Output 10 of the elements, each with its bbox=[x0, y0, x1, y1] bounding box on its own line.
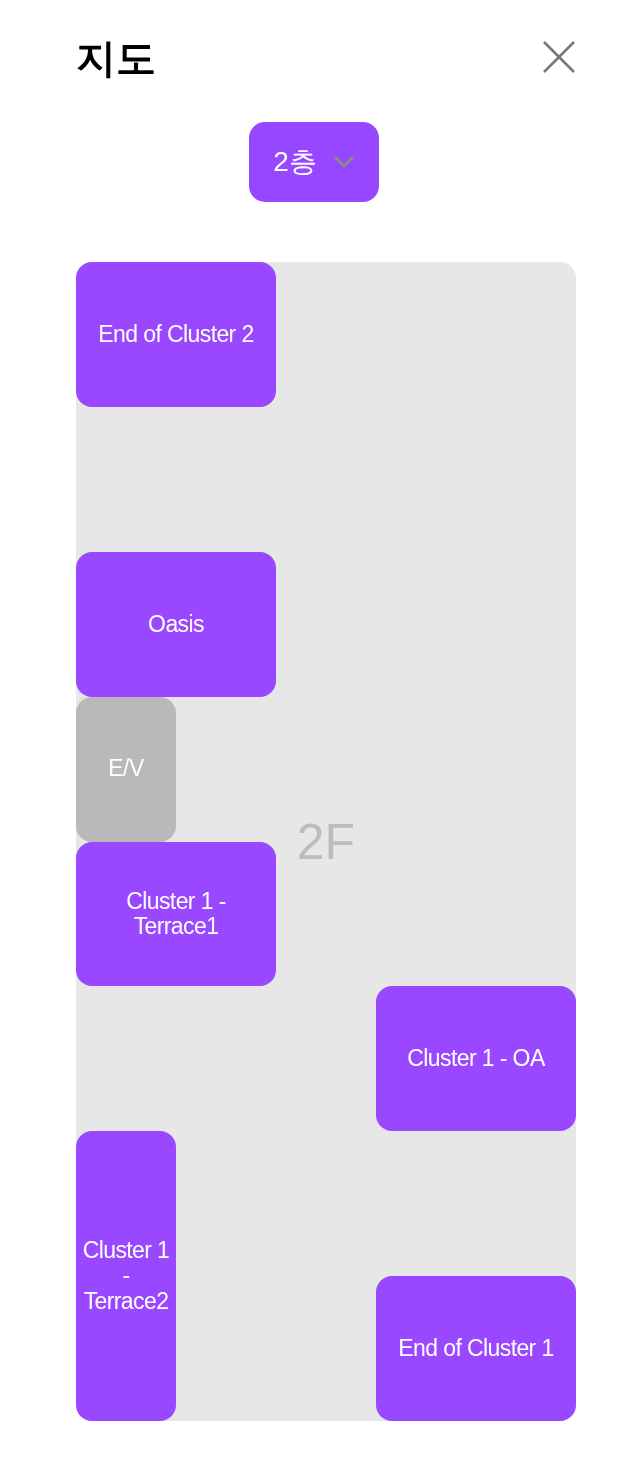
room-area[interactable]: Cluster 1 - Terrace1 bbox=[76, 841, 276, 987]
room-area[interactable]: Oasis bbox=[76, 551, 276, 697]
page-title: 지도 bbox=[76, 38, 156, 78]
room-area[interactable]: Cluster 1 - OA bbox=[376, 986, 576, 1132]
floor-selector[interactable]: 2층 bbox=[249, 122, 379, 202]
chevron-icon bbox=[332, 155, 355, 169]
room-area[interactable]: End of Cluster 2 bbox=[76, 262, 276, 407]
room-area[interactable]: Cluster 1 - Terrace2 bbox=[76, 1131, 176, 1421]
close-icon[interactable] bbox=[542, 40, 576, 74]
room-area[interactable]: End of Cluster 1 bbox=[376, 1276, 576, 1421]
